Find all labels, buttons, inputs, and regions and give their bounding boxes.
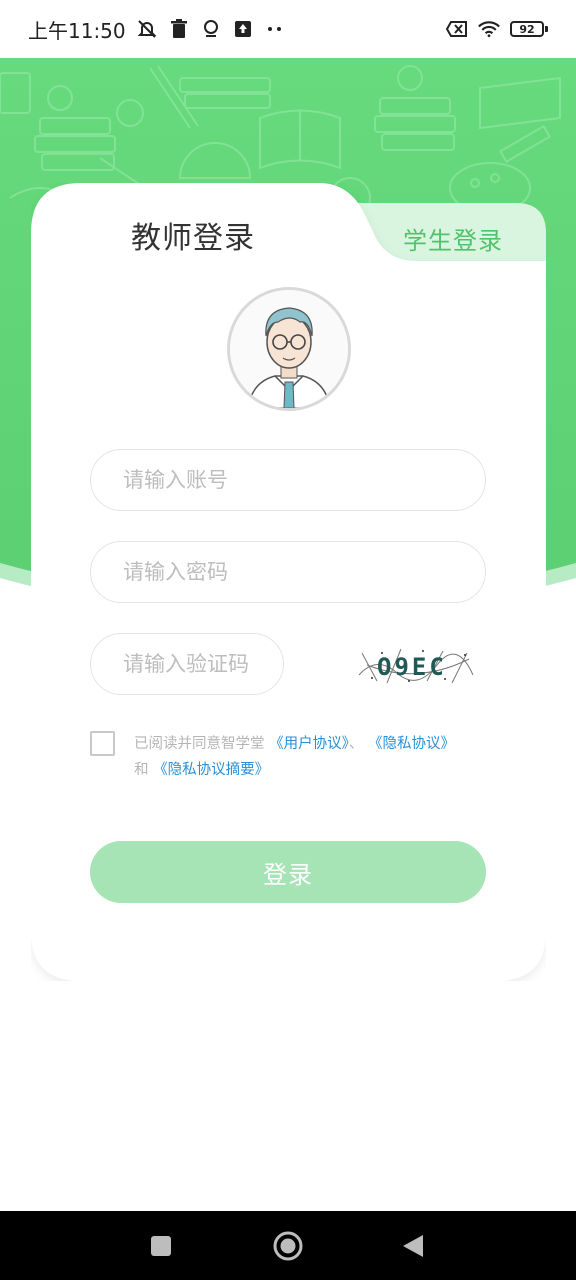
captcha-image[interactable]: O9EC [357,645,475,685]
user-agreement-link[interactable]: 《用户协议》 [269,736,349,752]
captcha-code: O9EC [377,653,447,681]
notifications-off-icon [136,18,158,40]
agreement-separator: 、 [348,736,364,752]
login-card: 教师登录 学生登录 请输入账号 请输入验证码 O9EC 已阅读并同意智学堂 《用… [31,183,546,981]
captcha-input[interactable] [123,652,283,676]
agreement-checkbox[interactable] [90,731,115,756]
trash-icon [168,18,190,40]
login-page: 上午11:50 92 教师登录 学生登录 请输入账号 请输入验证码 O9EC 已… [0,0,576,1280]
tab-student-login[interactable]: 学生登录 [403,221,503,256]
account-input[interactable] [123,468,485,492]
teacher-avatar [227,287,351,411]
location-icon [200,18,222,40]
privacy-policy-link[interactable]: 《隐私协议》 [368,736,455,752]
password-field[interactable] [90,541,486,603]
back-button[interactable] [396,1229,430,1263]
recent-apps-button[interactable] [144,1229,178,1263]
password-input[interactable] [123,560,485,584]
captcha-field[interactable] [90,633,284,695]
agreement-prefix: 已阅读并同意智学堂 [134,736,265,752]
battery-icon: 92 [510,21,548,37]
upload-icon [232,18,254,40]
tab-teacher-login[interactable]: 教师登录 [131,213,255,257]
home-button[interactable] [271,1229,305,1263]
agreement-and: 和 [134,762,149,778]
login-button[interactable]: 登录 [90,841,486,903]
privacy-summary-link[interactable]: 《隐私协议摘要》 [153,762,269,778]
status-bar: 上午11:50 92 [0,0,576,58]
agreement-text: 已阅读并同意智学堂 《用户协议》、 《隐私协议》 和 《隐私协议摘要》 [134,731,494,783]
wifi-icon [478,18,500,40]
battery-level: 92 [510,21,544,37]
more-dots-icon [264,18,286,40]
status-time: 上午11:50 [28,18,126,43]
account-field[interactable] [90,449,486,511]
sim-off-icon [446,18,468,40]
navigation-bar [0,1211,576,1280]
